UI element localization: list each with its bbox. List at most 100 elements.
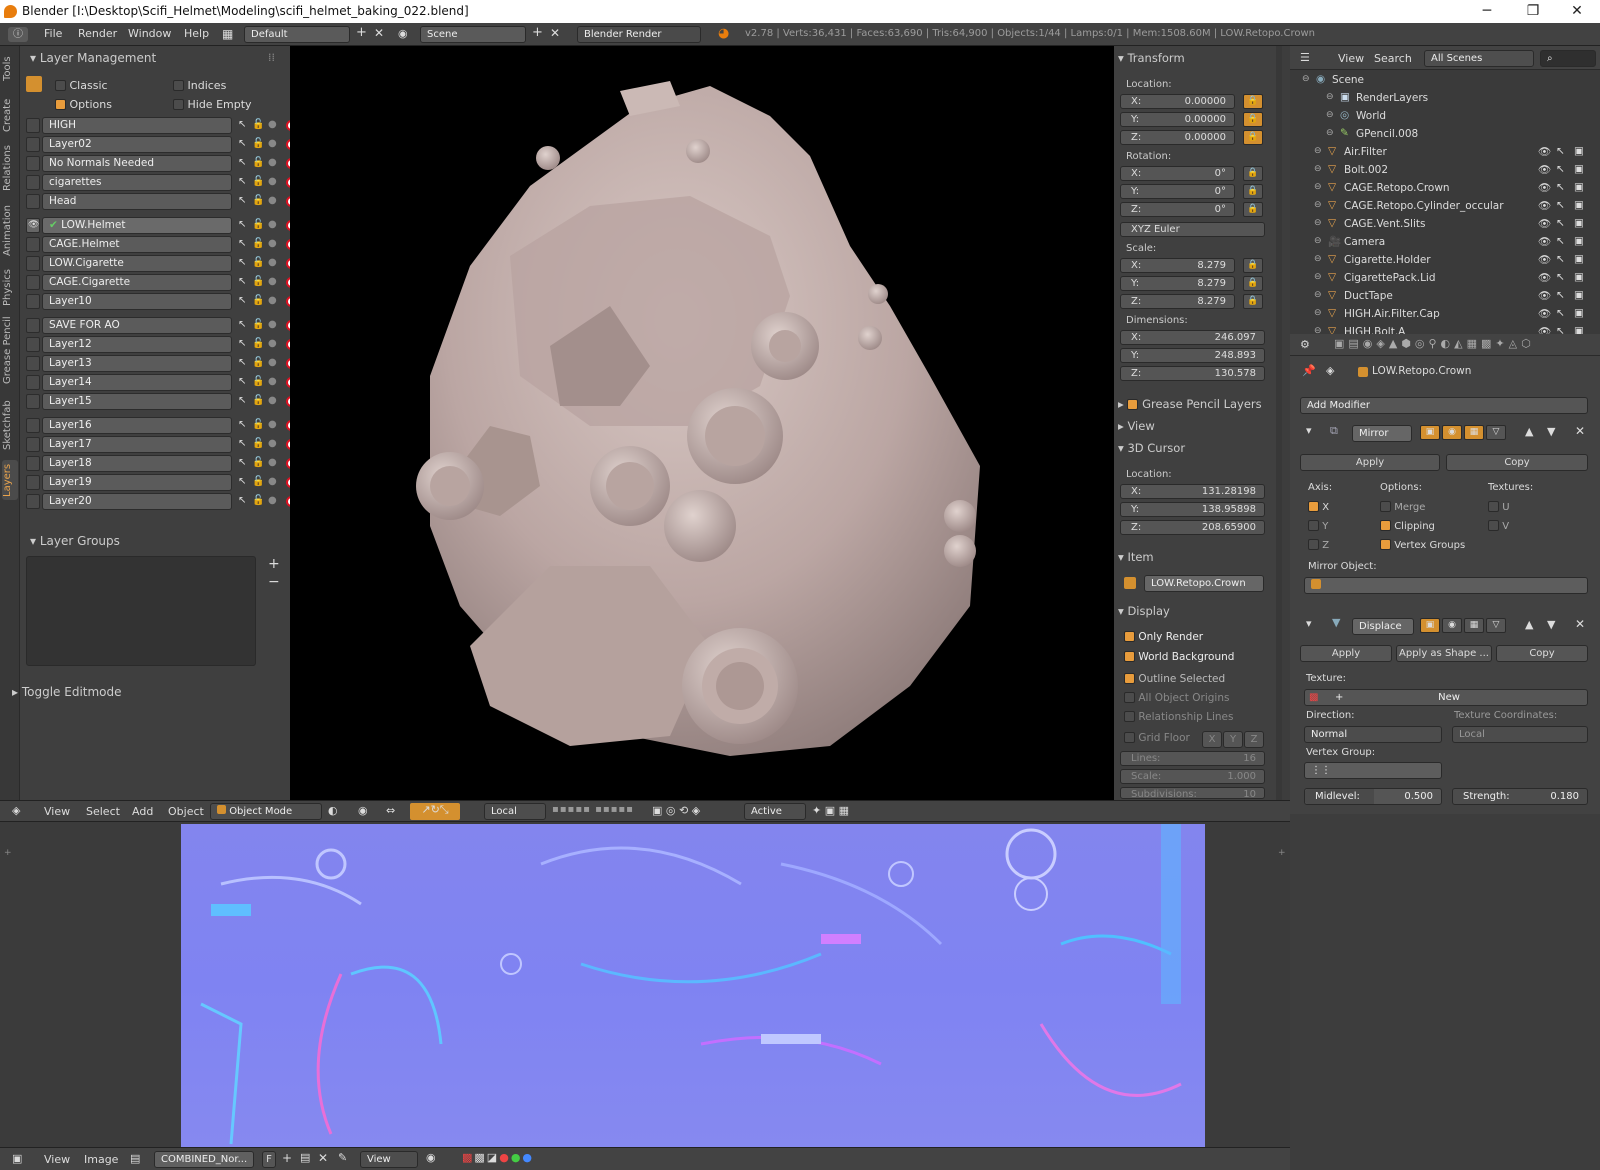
render-icon[interactable]: ▣: [1574, 163, 1584, 175]
eye-icon[interactable]: 👁: [1538, 145, 1551, 158]
relationship-lines-option[interactable]: Relationship Lines: [1124, 711, 1234, 723]
select-icon[interactable]: ↖: [238, 457, 246, 468]
scale-field[interactable]: X: 8.279: [1120, 258, 1235, 273]
minimize-button[interactable]: ─: [1464, 0, 1510, 23]
fake-user-toggle[interactable]: F: [262, 1151, 276, 1168]
menu-window[interactable]: Window: [128, 27, 171, 40]
move-up-icon[interactable]: ▲: [1525, 425, 1533, 438]
layer-name[interactable]: LOW.Cigarette: [42, 255, 232, 272]
maximize-button[interactable]: ❐: [1510, 0, 1556, 23]
layer-visibility-toggle[interactable]: [26, 118, 40, 133]
eye-icon[interactable]: 👁: [1538, 181, 1551, 194]
lock-icon[interactable]: 🔒: [1243, 294, 1263, 309]
eye-icon[interactable]: 👁: [1538, 235, 1551, 248]
image-mode-select[interactable]: View: [360, 1151, 418, 1168]
layer-buttons[interactable]: ▪▪▪▪▪ ▪▪▪▪▪: [552, 804, 634, 815]
layer-visibility-toggle[interactable]: [26, 275, 40, 290]
select-icon[interactable]: ↖: [238, 176, 246, 187]
render-dot-icon[interactable]: ●: [268, 119, 277, 130]
channel-display-icons[interactable]: ▩▩◪●●●: [462, 1151, 534, 1164]
expand-icon[interactable]: ⊖: [1314, 236, 1322, 246]
displace-down-icon[interactable]: ▼: [1547, 618, 1555, 631]
lock-icon[interactable]: 🔓: [252, 295, 264, 306]
mirror-cage-toggle[interactable]: ▽: [1486, 425, 1506, 440]
layer-visibility-toggle[interactable]: [26, 256, 40, 271]
layer-name[interactable]: Layer16: [42, 417, 232, 434]
select-icon[interactable]: ↖: [1556, 217, 1565, 229]
image-view-menu[interactable]: View: [44, 1153, 70, 1166]
lock-icon[interactable]: 🔒: [1243, 184, 1263, 199]
properties-editor-icon[interactable]: ⚙: [1300, 338, 1310, 351]
displace-viewport-toggle[interactable]: ◉: [1442, 618, 1462, 633]
texture-coordinates-select[interactable]: Local: [1452, 726, 1588, 743]
remove-layout-icon[interactable]: ✕: [374, 26, 384, 40]
grease-pencil-layers-header[interactable]: ▸ Grease Pencil Layers: [1118, 397, 1262, 411]
unlink-image-icon[interactable]: ✕: [318, 1151, 328, 1165]
displace-name-field[interactable]: Displace: [1352, 618, 1414, 635]
expand-icon[interactable]: ⊖: [1314, 290, 1322, 300]
outliner-item[interactable]: ⊖ ✎ GPencil.008: [1290, 126, 1590, 144]
outliner-item[interactable]: ⊖ ▽ HIGH.Air.Filter.Cap 👁 ↖ ▣: [1290, 306, 1590, 324]
render-icon[interactable]: ▣: [1574, 181, 1584, 193]
mirror-editmode-toggle[interactable]: ▦: [1464, 425, 1484, 440]
mirror-viewport-toggle[interactable]: ◉: [1442, 425, 1462, 440]
layer-management-header[interactable]: ▾ Layer Management: [30, 51, 156, 65]
pin-icon[interactable]: 📌: [1302, 364, 1316, 377]
outliner-view-menu[interactable]: View: [1338, 52, 1364, 65]
scene-field[interactable]: Scene: [420, 26, 526, 43]
expand-icon[interactable]: ⊖: [1314, 254, 1322, 264]
lock-icon[interactable]: 🔒: [1243, 166, 1263, 181]
lock-icon[interactable]: 🔒: [1243, 94, 1263, 109]
display-header[interactable]: ▾ Display: [1118, 604, 1170, 618]
layer-name[interactable]: CAGE.Helmet: [42, 236, 232, 253]
view-menu[interactable]: View: [44, 805, 70, 818]
outliner-filter-select[interactable]: All Scenes: [1424, 50, 1534, 67]
layer-visibility-toggle[interactable]: [26, 456, 40, 471]
select-icon[interactable]: ↖: [238, 319, 246, 330]
layer-row[interactable]: 👁 ✔ LOW.Helmet ↖ 🔓 ●: [24, 217, 297, 234]
hide-empty-option[interactable]: Hide Empty: [173, 98, 252, 111]
layer-row[interactable]: Layer16 ↖ 🔓 ●: [24, 417, 297, 434]
eye-icon[interactable]: 👁: [1538, 163, 1551, 176]
lock-layers-icon[interactable]: ▣ ◎ ⟲ ◈: [652, 804, 700, 817]
remove-mirror-icon[interactable]: ✕: [1575, 424, 1585, 438]
select-icon[interactable]: ↖: [238, 138, 246, 149]
eye-icon[interactable]: 👁: [1538, 271, 1551, 284]
vertex-group-field[interactable]: ⋮⋮: [1304, 762, 1442, 779]
render-dot-icon[interactable]: ●: [268, 276, 277, 287]
outliner-item[interactable]: ⊖ ▽ Air.Filter 👁 ↖ ▣: [1290, 144, 1590, 162]
properties-context-tabs[interactable]: ▣▤◉◈▲⬢◎⚲◐◭▦▩✦◬⬡: [1334, 337, 1535, 350]
lock-icon[interactable]: 🔒: [1243, 276, 1263, 291]
transform-header[interactable]: ▾ Transform: [1118, 51, 1185, 65]
item-name-field[interactable]: LOW.Retopo.Crown: [1144, 575, 1264, 592]
eye-icon[interactable]: 👁: [1538, 199, 1551, 212]
pivot-icon[interactable]: ◉: [358, 804, 368, 817]
layout-icon[interactable]: ▦: [222, 27, 233, 41]
lock-icon[interactable]: 🔓: [252, 419, 264, 430]
select-icon[interactable]: ↖: [238, 157, 246, 168]
layer-row[interactable]: Layer15 ↖ 🔓 ●: [24, 393, 297, 410]
layer-visibility-toggle[interactable]: [26, 137, 40, 152]
outliner-item[interactable]: ⊖ ▽ Cigarette.Holder 👁 ↖ ▣: [1290, 252, 1590, 270]
axis-z-option[interactable]: Z: [1308, 539, 1329, 551]
layer-row[interactable]: CAGE.Cigarette ↖ 🔓 ●: [24, 274, 297, 291]
new-image-icon[interactable]: +: [282, 1151, 292, 1165]
location-field[interactable]: X: 0.00000: [1120, 94, 1235, 109]
options-option[interactable]: Options: [55, 98, 112, 111]
layer-name[interactable]: Layer15: [42, 393, 232, 410]
world-background-option[interactable]: World Background: [1124, 651, 1234, 663]
render-icons[interactable]: ✦ ▣ ▦: [812, 804, 849, 817]
layer-row[interactable]: Layer14 ↖ 🔓 ●: [24, 374, 297, 391]
drag-handle-icon[interactable]: ⁞⁞: [268, 51, 275, 64]
lock-icon[interactable]: 🔓: [252, 138, 264, 149]
layer-row[interactable]: Layer18 ↖ 🔓 ●: [24, 455, 297, 472]
expand-icon[interactable]: ⊖: [1302, 74, 1310, 84]
layer-row[interactable]: cigarettes ↖ 🔓 ●: [24, 174, 297, 191]
outliner-editor-icon[interactable]: ☰: [1300, 51, 1310, 64]
layer-visibility-toggle[interactable]: [26, 294, 40, 309]
dimensions-field[interactable]: Z: 130.578: [1120, 366, 1265, 381]
displace-render-toggle[interactable]: ▣: [1420, 618, 1440, 633]
lock-icon[interactable]: 🔓: [252, 395, 264, 406]
tab-physics[interactable]: Physics: [2, 266, 18, 310]
layer-row[interactable]: HIGH ↖ 🔓 ●: [24, 117, 297, 134]
